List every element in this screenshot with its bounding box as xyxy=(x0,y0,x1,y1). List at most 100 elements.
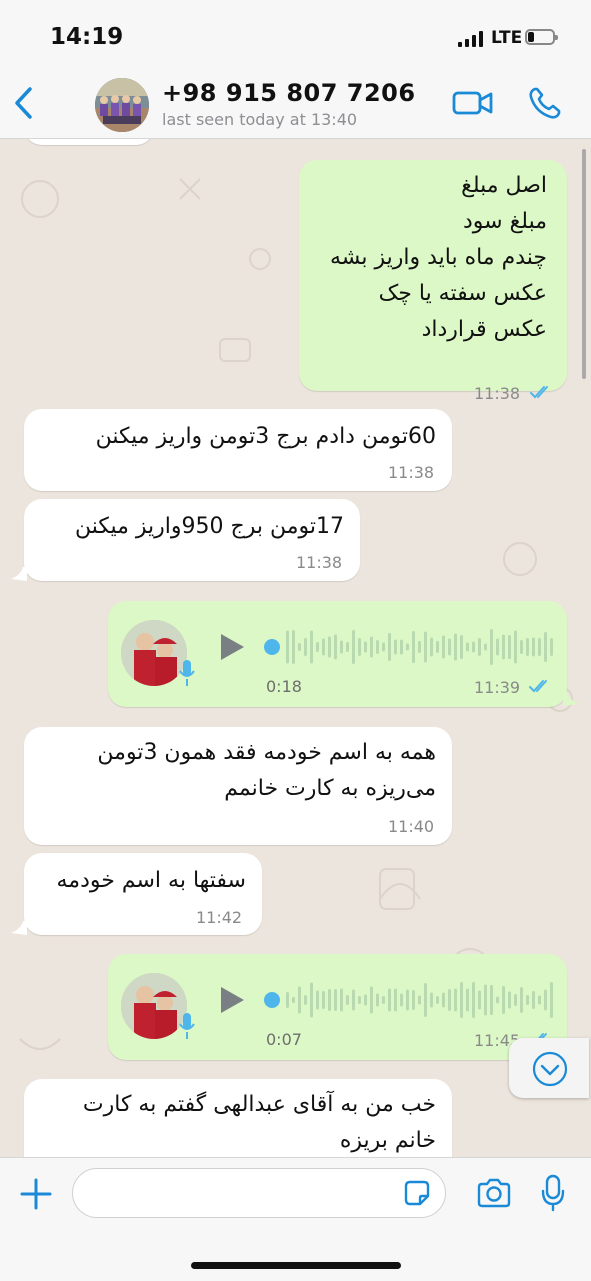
playback-position-dot[interactable] xyxy=(264,992,280,1008)
waveform-bar xyxy=(400,993,403,1007)
waveform-bar xyxy=(376,993,379,1007)
waveform-bar xyxy=(358,996,361,1004)
phone-icon[interactable] xyxy=(528,86,562,120)
bubble-tail xyxy=(11,567,27,581)
message-bubble[interactable]: اصل مبلغ مبلغ سود چندم ماه باید واریز بش… xyxy=(299,160,567,403)
waveform-bar xyxy=(286,630,289,664)
waveform-bar xyxy=(418,641,421,653)
waveform-bar xyxy=(532,991,535,1009)
waveform-bar xyxy=(484,643,487,651)
waveform-bar xyxy=(298,643,301,651)
plus-icon[interactable] xyxy=(20,1178,52,1210)
network-type: LTE xyxy=(491,28,523,48)
waveform-bar xyxy=(364,641,367,653)
waveform-bar xyxy=(310,982,313,1018)
message-bubble[interactable]: خب من به آقای عبدالهی گفتم به کارت خانم … xyxy=(24,1079,452,1157)
chat-messages[interactable]: اصل مبلغ مبلغ سود چندم ماه باید واریز بش… xyxy=(0,139,591,1157)
waveform-bar xyxy=(346,995,349,1005)
waveform-bar xyxy=(466,642,469,652)
waveform-bar xyxy=(550,982,553,1018)
waveform-bar xyxy=(304,638,307,656)
message-text: 60تومن دادم برج 3تومن واریز میکنن xyxy=(95,424,436,449)
message-bubble[interactable]: سفتها به اسم خودمه 11:42 xyxy=(24,853,262,935)
waveform-bar xyxy=(304,995,307,1005)
camera-icon[interactable] xyxy=(476,1178,512,1208)
message-time: 11:40 xyxy=(388,817,435,836)
waveform-bar xyxy=(388,633,391,661)
message-time: 11:38 xyxy=(388,463,435,482)
waveform-bar xyxy=(322,991,325,1009)
waveform-bar xyxy=(454,633,457,661)
waveform-bar xyxy=(352,989,355,1011)
waveform-bar xyxy=(412,631,415,663)
message-input[interactable] xyxy=(72,1168,446,1218)
waveform-bar xyxy=(316,990,319,1010)
waveform-bar xyxy=(448,638,451,656)
waveform-bar xyxy=(430,992,433,1008)
waveform-bar xyxy=(412,990,415,1010)
play-icon[interactable] xyxy=(218,985,246,1015)
message-time: 11:38 xyxy=(296,553,343,572)
waveform-bar xyxy=(316,642,319,652)
waveform-bar xyxy=(400,639,403,655)
status-time: 14:19 xyxy=(50,24,124,50)
waveform-bar xyxy=(442,635,445,659)
contact-avatar[interactable] xyxy=(95,78,149,132)
waveform-bar xyxy=(526,995,529,1005)
waveform-bar xyxy=(352,630,355,664)
chevron-left-icon[interactable] xyxy=(12,83,34,123)
audio-waveform[interactable] xyxy=(264,979,554,1021)
microphone-icon[interactable] xyxy=(541,1174,565,1212)
bubble-tail xyxy=(563,692,579,706)
waveform-bar xyxy=(472,641,475,653)
chat-header: +98 915 807 7206 last seen today at 13:4… xyxy=(0,75,591,139)
waveform-bar xyxy=(478,638,481,656)
waveform-bar xyxy=(502,634,505,660)
audio-waveform[interactable] xyxy=(264,626,554,668)
waveform-bar xyxy=(310,630,313,664)
scrollbar[interactable] xyxy=(582,149,586,379)
waveform-bar xyxy=(286,992,289,1008)
voice-message[interactable]: 0:18 11:39 xyxy=(108,601,567,707)
waveform-bar xyxy=(334,634,337,660)
battery-icon xyxy=(525,29,558,45)
message-text: اصل مبلغ مبلغ سود چندم ماه باید واریز بش… xyxy=(329,173,547,342)
waveform-bar xyxy=(454,988,457,1012)
contact-name[interactable]: +98 915 807 7206 xyxy=(162,79,416,107)
microphone-icon xyxy=(179,660,195,686)
waveform-bar xyxy=(292,997,295,1003)
waveform-bar xyxy=(298,986,301,1014)
scroll-to-bottom-button[interactable] xyxy=(509,1038,589,1098)
message-text: 17تومن برج 950واریز میکنن xyxy=(74,514,344,539)
waveform-bar xyxy=(382,642,385,652)
message-bubble[interactable]: همه به اسم خودمه فقد همون 3تومن می‌ریزه … xyxy=(24,727,452,845)
waveform-bar xyxy=(418,995,421,1005)
waveform-bar xyxy=(466,988,469,1012)
video-camera-icon[interactable] xyxy=(452,88,494,118)
message-time: 11:38 xyxy=(474,384,521,403)
waveform-bar xyxy=(478,990,481,1010)
sticker-icon[interactable] xyxy=(402,1178,432,1208)
play-icon[interactable] xyxy=(218,632,246,662)
message-bubble-cutoff xyxy=(24,139,154,145)
waveform-bar xyxy=(442,992,445,1008)
message-bubble[interactable]: 17تومن برج 950واریز میکنن 11:38 xyxy=(24,499,360,581)
waveform-bar xyxy=(538,638,541,656)
waveform-bar xyxy=(334,989,337,1011)
waveform-bar xyxy=(370,986,373,1014)
home-indicator xyxy=(191,1262,401,1269)
waveform-bar xyxy=(544,989,547,1011)
waveform-bar xyxy=(424,631,427,663)
voice-message[interactable]: 0:07 11:45 xyxy=(108,954,567,1060)
message-bubble[interactable]: 60تومن دادم برج 3تومن واریز میکنن 11:38 xyxy=(24,409,452,491)
waveform-bar xyxy=(490,629,493,665)
waveform-bar xyxy=(346,642,349,652)
waveform-bar xyxy=(406,989,409,1011)
message-text: خب من به آقای عبدالهی گفتم به کارت خانم … xyxy=(82,1092,436,1153)
waveform-bar xyxy=(328,636,331,658)
waveform-bar xyxy=(322,638,325,656)
playback-position-dot[interactable] xyxy=(264,639,280,655)
last-seen-status: last seen today at 13:40 xyxy=(162,110,358,129)
waveform-bar xyxy=(520,987,523,1013)
microphone-icon xyxy=(179,1013,195,1039)
